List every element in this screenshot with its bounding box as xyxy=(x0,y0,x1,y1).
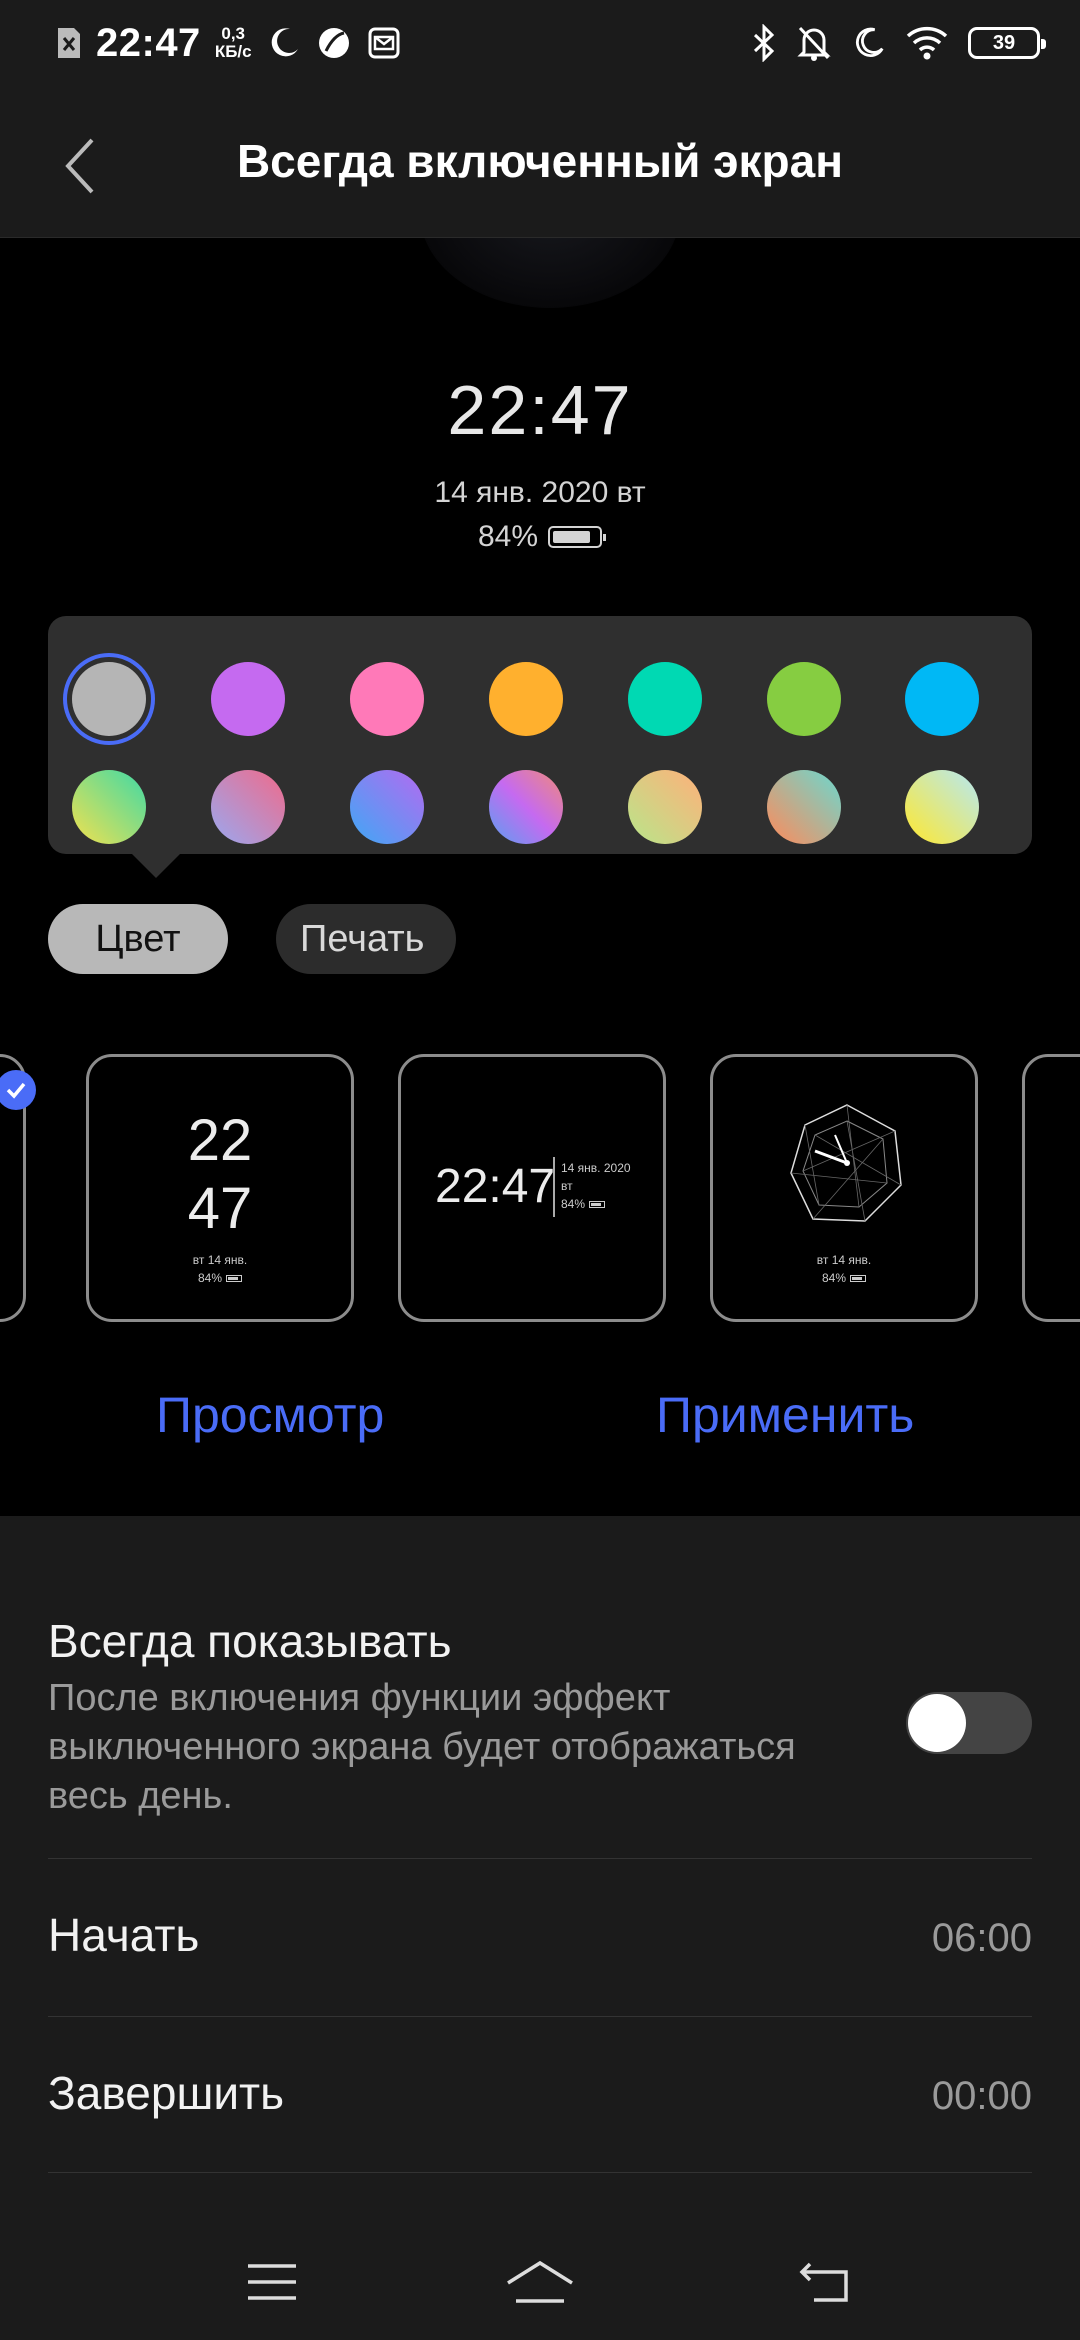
mute-icon xyxy=(796,24,832,62)
back-nav-button[interactable] xyxy=(784,2252,864,2312)
preview-date: 14 янв. 2020 вт xyxy=(434,476,646,509)
mail-icon xyxy=(366,25,402,61)
end-label[interactable]: Завершить xyxy=(48,2066,284,2120)
gradient-swatch[interactable] xyxy=(350,770,424,844)
status-time: 22:47 xyxy=(96,20,201,65)
page-title: Всегда включенный экран xyxy=(236,135,844,187)
start-label[interactable]: Начать xyxy=(48,1908,199,1962)
leaf-icon xyxy=(316,25,352,61)
menu-icon xyxy=(248,2264,296,2300)
polygon-clock-icon xyxy=(790,1104,902,1222)
style-divider xyxy=(553,1157,555,1217)
always-show-title: Всегда показывать xyxy=(48,1615,452,1667)
gradient-swatch[interactable] xyxy=(905,770,979,844)
style-card-3[interactable]: 22:47 14 янв. 2020 вт 84% xyxy=(398,1054,666,1322)
style-date: вт 14 янв. xyxy=(816,1253,872,1267)
preview-glow xyxy=(420,238,680,308)
preview-battery: 84% xyxy=(0,520,1080,554)
settings-section: Всегда показывать После включения функци… xyxy=(0,1516,1080,2226)
return-icon xyxy=(799,2262,848,2302)
gradient-swatch[interactable] xyxy=(628,770,702,844)
color-swatch[interactable] xyxy=(211,662,285,736)
color-swatch[interactable] xyxy=(905,662,979,736)
style-date: вт 14 янв. xyxy=(192,1253,248,1267)
toggle-knob xyxy=(908,1694,966,1752)
color-swatch[interactable] xyxy=(628,662,702,736)
color-palette xyxy=(48,616,1032,878)
tab-color[interactable]: Цвет xyxy=(48,904,228,974)
status-bar: 22:47 0,3 КБ/с 39 xyxy=(0,0,1080,90)
menu-button[interactable] xyxy=(232,2252,312,2312)
style-minute: 47 xyxy=(187,1176,253,1241)
color-swatch[interactable] xyxy=(350,662,424,736)
tab-print[interactable]: Печать xyxy=(276,904,456,974)
end-value[interactable]: 00:00 xyxy=(932,2074,1032,2119)
bluetooth-icon xyxy=(752,24,776,62)
color-swatch[interactable] xyxy=(72,662,146,736)
style-card-4[interactable]: вт 14 янв. 84% xyxy=(710,1054,978,1322)
style-hour: 22 xyxy=(187,1108,253,1173)
navigation-bar xyxy=(0,2226,1080,2340)
style-day: вт xyxy=(561,1179,573,1193)
moon-icon xyxy=(266,25,302,61)
divider xyxy=(48,1858,1032,1859)
preview-time: 22:47 xyxy=(447,371,633,449)
style-card-5[interactable] xyxy=(1022,1054,1080,1322)
color-swatch[interactable] xyxy=(767,662,841,736)
divider xyxy=(48,2172,1032,2173)
aod-preview-area: 22:47 14 янв. 2020 вт 84% Цвет Печать 22… xyxy=(0,238,1080,1516)
gradient-swatch[interactable] xyxy=(767,770,841,844)
home-icon xyxy=(507,2260,573,2303)
preview-battery-text: 84% xyxy=(477,520,539,553)
style-date: 14 янв. 2020 xyxy=(561,1161,631,1175)
gradient-swatch[interactable] xyxy=(211,770,285,844)
preview-button[interactable]: Просмотр xyxy=(156,1386,384,1444)
color-swatch[interactable] xyxy=(489,662,563,736)
wifi-icon xyxy=(906,26,948,60)
app-header: Всегда включенный экран xyxy=(0,90,1080,238)
battery-indicator: 39 xyxy=(968,27,1046,59)
battery-icon xyxy=(548,526,607,548)
style-battery: 84% xyxy=(561,1197,606,1211)
selected-check-icon xyxy=(0,1070,36,1110)
home-button[interactable] xyxy=(500,2252,580,2312)
gradient-swatch[interactable] xyxy=(72,770,146,844)
divider xyxy=(48,2016,1032,2017)
apply-button[interactable]: Применить xyxy=(656,1386,914,1444)
style-card-2[interactable]: 22 47 вт 14 янв. 84% xyxy=(86,1054,354,1322)
dnd-moon-icon xyxy=(852,26,886,60)
gradient-swatch[interactable] xyxy=(489,770,563,844)
always-show-description: После включения функции эффект выключенн… xyxy=(48,1677,796,1817)
sim-off-icon xyxy=(56,26,82,60)
always-show-toggle[interactable] xyxy=(906,1692,1032,1754)
style-battery: 84% xyxy=(89,1271,351,1285)
network-speed: 0,3 КБ/с xyxy=(214,24,252,61)
style-battery: 84% xyxy=(713,1271,975,1285)
start-value[interactable]: 06:00 xyxy=(932,1916,1032,1961)
style-time: 22:47 xyxy=(435,1160,556,1213)
